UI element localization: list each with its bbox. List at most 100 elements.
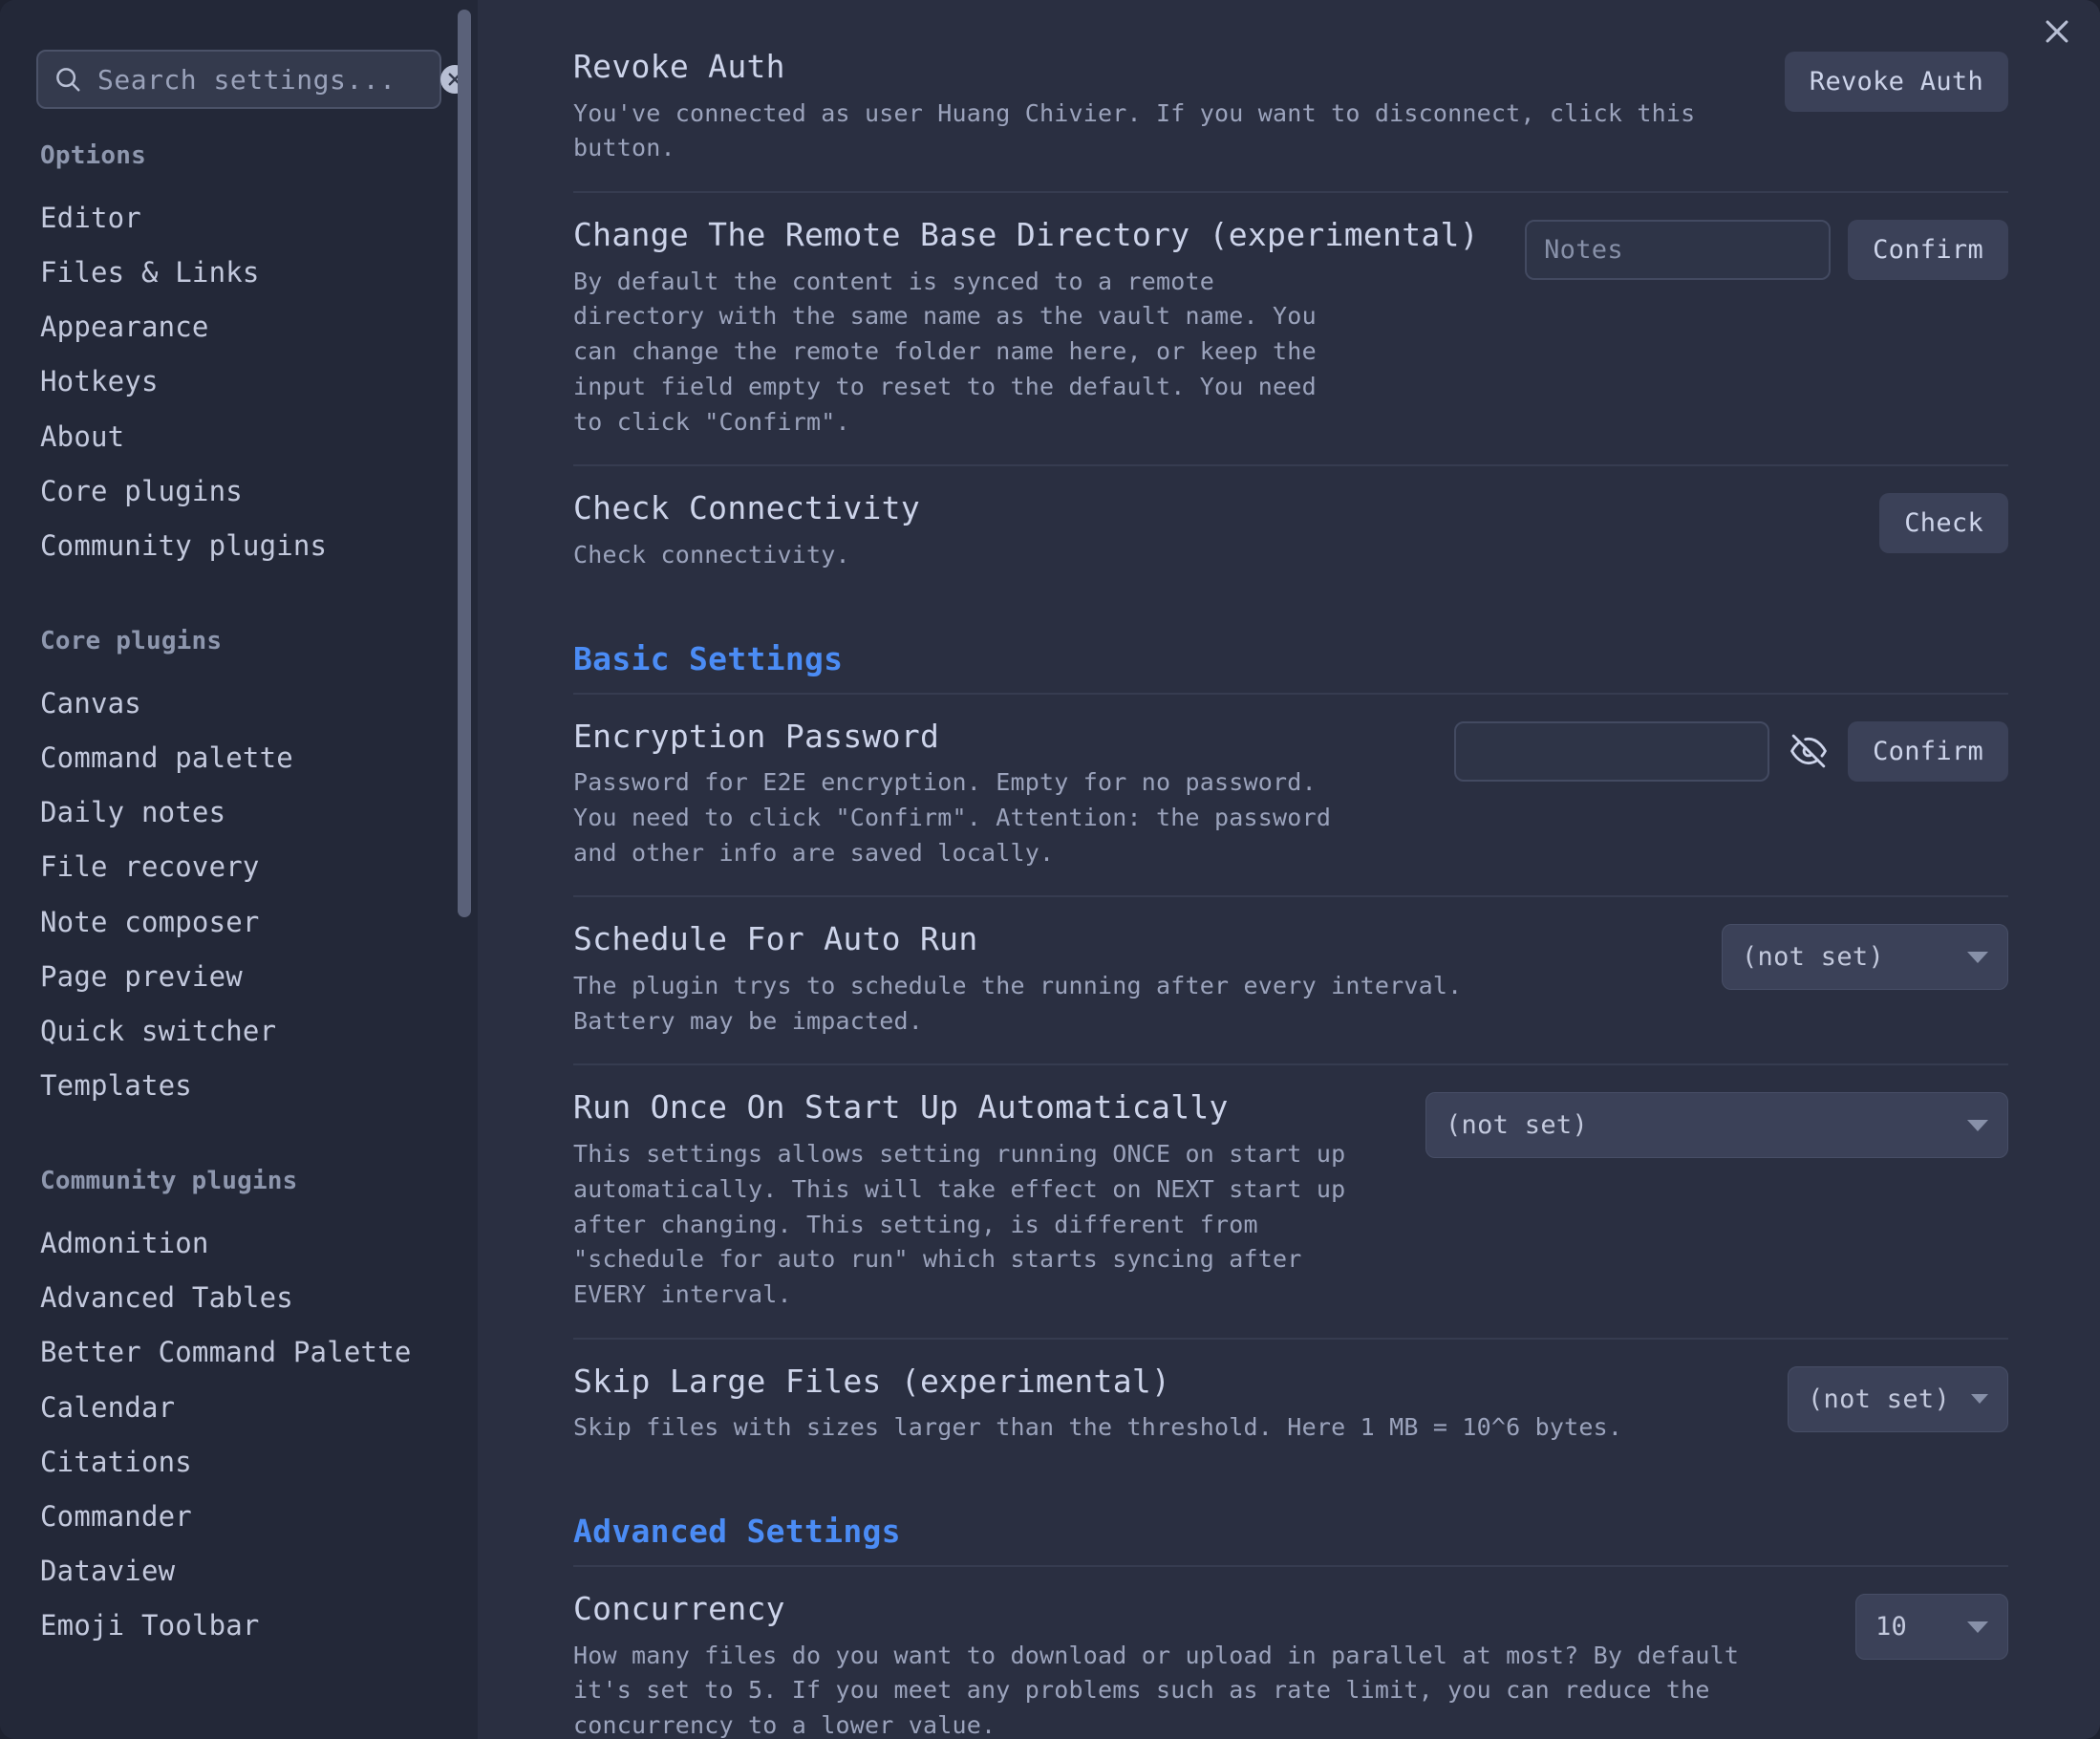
sidebar-item-hotkeys[interactable]: Hotkeys [0,354,478,409]
setting-title: Run Once On Start Up Automatically [573,1088,1229,1127]
sidebar-nav: Options Editor Files & Links Appearance … [0,141,478,1737]
setting-concurrency: Concurrency How many files do you want t… [573,1567,2008,1739]
setting-description: You've connected as user Huang Chivier. … [573,98,1696,162]
chevron-down-icon [1967,1119,1988,1131]
sidebar-item-editor[interactable]: Editor [0,191,478,246]
sidebar-item-note-composer[interactable]: Note composer [0,895,478,950]
revoke-auth-button[interactable]: Revoke Auth [1784,52,2008,112]
search-container [36,50,469,109]
sidebar-item-citations[interactable]: Citations [0,1435,478,1490]
sidebar-item-quick-switcher[interactable]: Quick switcher [0,1004,478,1059]
sidebar-group-core-plugins: Core plugins Canvas Command palette Dail… [0,627,478,1113]
setting-title: Encryption Password [573,717,940,755]
chevron-down-icon [1967,951,1988,963]
sidebar-item-commander[interactable]: Commander [0,1490,478,1544]
sidebar-item-emoji-toolbar[interactable]: Emoji Toolbar [0,1599,478,1653]
setting-control: Confirm [1454,716,2008,782]
close-icon[interactable] [2035,10,2079,54]
sidebar-item-command-palette[interactable]: Command palette [0,731,478,785]
search-input[interactable] [97,63,440,96]
setting-info: Concurrency How many files do you want t… [573,1588,1827,1739]
sidebar-item-canvas[interactable]: Canvas [0,676,478,731]
setting-info: Change The Remote Base Directory (experi… [573,214,1496,440]
schedule-auto-run-dropdown[interactable]: (not set) [1722,924,2008,991]
setting-info: Check Connectivity Check connectivity. [573,487,1851,572]
setting-info: Encryption Password Password for E2E enc… [573,716,1425,871]
sidebar-group-title: Community plugins [40,1167,298,1196]
setting-check-connectivity: Check Connectivity Check connectivity. C… [573,466,2008,597]
eye-off-icon[interactable] [1787,733,1831,769]
setting-control: (not set) [1722,918,2008,991]
setting-control: 10 [1855,1588,2008,1661]
search-box[interactable] [36,50,469,109]
setting-info: Run Once On Start Up Automatically This … [573,1086,1397,1312]
setting-description: Password for E2E encryption. Empty for n… [573,768,1332,867]
sidebar-item-daily-notes[interactable]: Daily notes [0,785,478,840]
concurrency-dropdown[interactable]: 10 [1855,1594,2008,1661]
setting-control: Revoke Auth [1784,46,2008,112]
setting-info: Revoke Auth You've connected as user Hua… [573,46,1756,166]
settings-list: Revoke Auth You've connected as user Hua… [478,0,2100,1739]
setting-title: Skip Large Files (experimental) [573,1362,1171,1400]
section-heading-basic-settings: Basic Settings [573,598,2008,695]
sidebar-item-better-command-palette[interactable]: Better Command Palette [0,1325,478,1380]
settings-modal: Options Editor Files & Links Appearance … [0,0,2100,1739]
setting-description: The plugin trys to schedule the running … [573,971,1463,1035]
run-once-on-startup-dropdown[interactable]: (not set) [1425,1092,2008,1159]
sidebar-item-advanced-tables[interactable]: Advanced Tables [0,1271,478,1325]
setting-title: Schedule For Auto Run [573,920,978,958]
sidebar-scrollbar[interactable] [458,10,471,917]
sidebar-item-files-links[interactable]: Files & Links [0,246,478,300]
settings-sidebar: Options Editor Files & Links Appearance … [0,0,478,1739]
setting-info: Skip Large Files (experimental) Skip fil… [573,1361,1759,1446]
sidebar-item-page-preview[interactable]: Page preview [0,950,478,1004]
sidebar-item-dataview[interactable]: Dataview [0,1544,478,1599]
setting-encryption-password: Encryption Password Password for E2E enc… [573,695,2008,898]
setting-control: Check [1879,487,2008,554]
remote-base-directory-confirm-button[interactable]: Confirm [1848,220,2008,281]
setting-control: Confirm [1525,214,2008,281]
sidebar-item-community-plugins[interactable]: Community plugins [0,519,478,573]
sidebar-item-admonition[interactable]: Admonition [0,1216,478,1271]
setting-info: Schedule For Auto Run The plugin trys to… [573,918,1693,1039]
setting-revoke-auth: Revoke Auth You've connected as user Hua… [573,25,2008,194]
skip-large-files-dropdown[interactable]: (not set) [1788,1365,2008,1432]
sidebar-item-calendar[interactable]: Calendar [0,1381,478,1435]
sidebar-item-templates[interactable]: Templates [0,1059,478,1113]
setting-description: Check connectivity. [573,540,850,569]
setting-skip-large-files: Skip Large Files (experimental) Skip fil… [573,1340,2008,1471]
sidebar-item-file-recovery[interactable]: File recovery [0,840,478,894]
chevron-down-icon [1967,1621,1988,1633]
setting-schedule-auto-run: Schedule For Auto Run The plugin trys to… [573,897,2008,1066]
sidebar-item-core-plugins[interactable]: Core plugins [0,464,478,519]
sidebar-group-options: Options Editor Files & Links Appearance … [0,141,478,573]
sidebar-item-about[interactable]: About [0,410,478,464]
dropdown-value: (not set) [1808,1384,1950,1414]
setting-control: (not set) [1788,1361,2008,1432]
dropdown-value: (not set) [1446,1110,1588,1141]
setting-remote-base-directory: Change The Remote Base Directory (experi… [573,193,2008,467]
sidebar-group-title: Core plugins [40,626,223,655]
dropdown-value: 10 [1875,1612,1908,1642]
setting-title: Change The Remote Base Directory (experi… [573,216,1479,254]
setting-description: By default the content is synced to a re… [573,267,1317,436]
sidebar-group-community-plugins: Community plugins Admonition Advanced Ta… [0,1167,478,1653]
search-icon [54,65,82,94]
setting-title: Concurrency [573,1590,785,1628]
setting-control: (not set) [1425,1086,2008,1159]
sidebar-item-appearance[interactable]: Appearance [0,300,478,354]
setting-description: How many files do you want to download o… [573,1641,1740,1739]
setting-run-once-on-startup: Run Once On Start Up Automatically This … [573,1065,2008,1340]
remote-base-directory-input[interactable] [1525,220,1832,281]
settings-content-panel: Revoke Auth You've connected as user Hua… [478,0,2100,1739]
setting-description: This settings allows setting running ONC… [573,1140,1346,1309]
setting-description: Skip files with sizes larger than the th… [573,1413,1623,1442]
setting-title: Revoke Auth [573,48,785,85]
dropdown-value: (not set) [1742,942,1884,973]
section-heading-advanced-settings: Advanced Settings [573,1471,2008,1568]
chevron-down-icon [1971,1394,1988,1405]
sidebar-group-title: Options [40,141,146,170]
check-connectivity-button[interactable]: Check [1879,493,2008,554]
encryption-password-input[interactable] [1454,720,1770,782]
encryption-password-confirm-button[interactable]: Confirm [1848,720,2008,782]
